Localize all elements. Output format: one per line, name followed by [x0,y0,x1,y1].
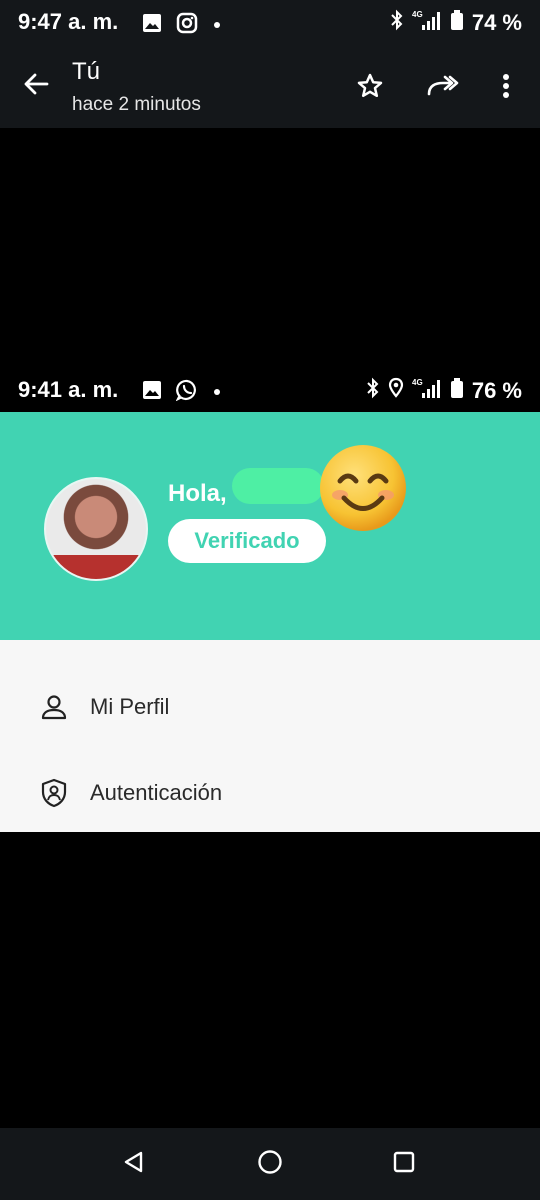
verified-badge: Verificado [168,519,326,563]
profile-header: Hola, Verificado [0,412,540,640]
nav-home-button[interactable] [250,1144,290,1184]
instagram-icon [176,12,198,39]
battery-icon [450,9,464,37]
menu-item-autenticacion[interactable]: Autenticación [0,750,540,836]
system-nav-bar [0,1128,540,1200]
svg-text:4G: 4G [412,10,423,19]
status-time: 9:47 a. m. [18,9,119,34]
profile-menu: Mi Perfil Autenticación [0,640,540,832]
back-arrow-icon [22,70,50,103]
signal-4g-icon: 4G [412,377,442,405]
gallery-icon [142,13,162,38]
back-triangle-icon [122,1150,146,1179]
outer-status-bar: 9:47 a. m. 4G 74 % [0,0,540,46]
inner-status-time: 9:41 a. m. [18,377,119,402]
bluetooth-icon [390,9,404,37]
gallery-icon [142,380,162,405]
inner-status-left-icons [142,379,222,406]
dot-icon [212,17,222,35]
nav-recents-button[interactable] [384,1144,424,1184]
smiling-face-icon [318,443,408,533]
svg-text:4G: 4G [412,378,423,387]
forward-icon [425,72,459,105]
person-icon [40,693,68,721]
menu-item-label: Autenticación [90,780,223,805]
inner-status-right-icons: 4G 76 % [366,377,522,405]
back-button[interactable] [16,66,56,106]
menu-item-mi-perfil[interactable]: Mi Perfil [0,664,540,750]
status-left-icons [142,12,222,39]
viewer-app-bar: Tú hace 2 minutos [0,46,540,128]
avatar[interactable] [44,477,148,581]
inner-status-bar: 9:41 a. m. 4G 76 % [0,368,540,412]
star-icon [356,72,384,105]
viewer-title: Tú [72,58,101,85]
battery-icon [450,377,464,405]
home-circle-icon [257,1149,283,1180]
shield-user-icon [40,778,68,808]
dot-icon [212,384,222,402]
viewer-subtitle: hace 2 minutos [72,94,201,115]
battery-percent: 74 % [471,10,522,35]
whatsapp-icon [175,379,198,406]
greeting-text: Hola, [168,480,227,507]
recents-square-icon [392,1150,416,1179]
forward-button[interactable] [422,68,462,108]
more-vert-icon [502,73,510,104]
inner-battery-percent: 76 % [471,378,522,403]
status-right-icons: 4G 74 % [390,9,522,37]
nav-back-button[interactable] [114,1144,154,1184]
avatar-shirt [46,555,146,579]
star-button[interactable] [350,68,390,108]
name-redaction [232,468,324,504]
bluetooth-icon [366,377,380,405]
more-options-button[interactable] [486,68,526,108]
menu-item-label: Mi Perfil [90,694,170,719]
location-icon [388,377,404,405]
signal-4g-icon: 4G [412,9,442,37]
